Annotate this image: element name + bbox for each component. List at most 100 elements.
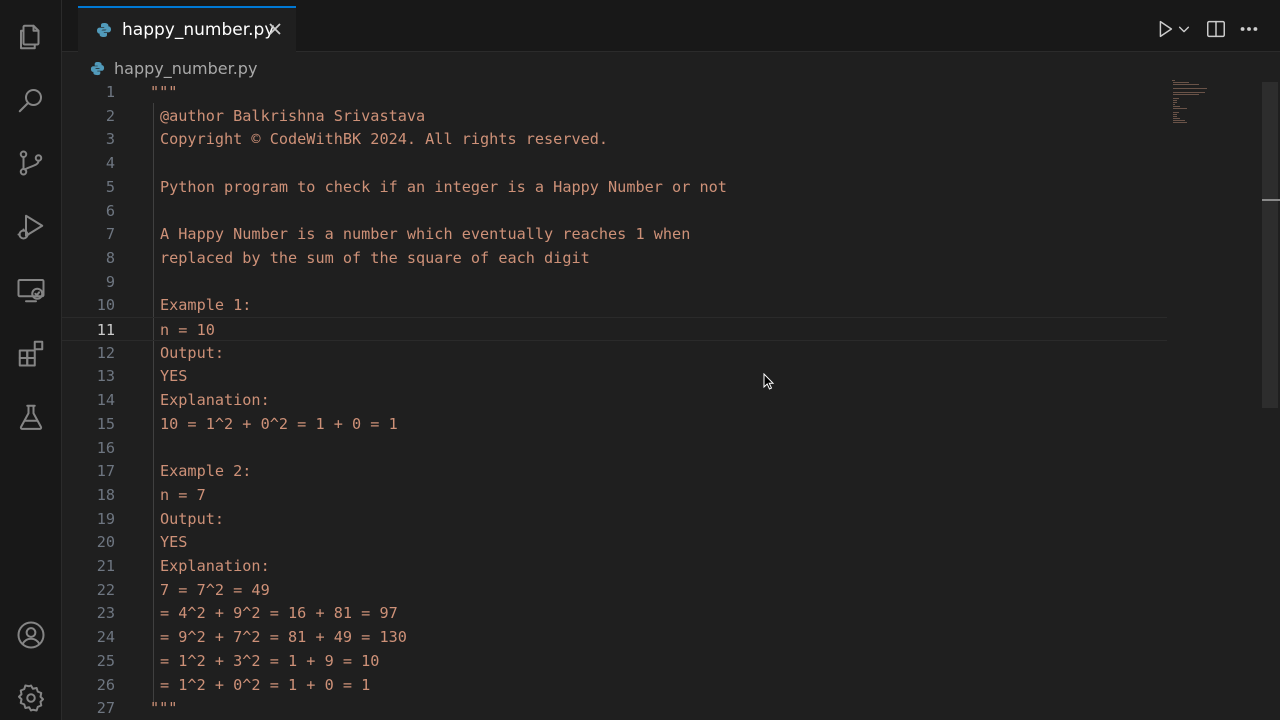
line-number: 13	[96, 367, 115, 386]
code-line[interactable]: 26 = 1^2 + 0^2 = 1 + 0 = 1	[62, 673, 1167, 697]
activity-bar	[0, 0, 62, 720]
code-text: A Happy Number is a number which eventua…	[160, 225, 691, 244]
python-file-icon	[90, 61, 105, 75]
code-text: = 4^2 + 9^2 = 16 + 81 = 97	[160, 604, 398, 623]
search-icon[interactable]	[15, 84, 47, 116]
line-number: 3	[105, 130, 115, 149]
code-line[interactable]: 11 n = 10	[62, 317, 1167, 341]
line-number: 4	[105, 154, 115, 173]
vertical-scrollbar[interactable]	[1262, 82, 1278, 408]
line-number: 18	[96, 485, 115, 504]
line-number: 24	[96, 628, 115, 647]
code-text: = 1^2 + 0^2 = 1 + 0 = 1	[160, 675, 371, 694]
tab-happy-number[interactable]: happy_number.py	[78, 6, 296, 52]
code-text: YES	[160, 367, 188, 386]
code-text: """	[150, 83, 178, 101]
code-line[interactable]: 19 Output:	[62, 507, 1167, 531]
code-text: Example 2:	[160, 462, 252, 481]
line-number: 10	[96, 296, 115, 315]
settings-gear-icon[interactable]	[15, 682, 47, 714]
remote-explorer-icon[interactable]	[15, 274, 47, 306]
tab-label: happy_number.py	[122, 20, 275, 40]
split-editor-icon[interactable]	[1205, 18, 1227, 42]
code-line[interactable]: 12 Output:	[62, 341, 1167, 365]
code-line[interactable]: 20 YES	[62, 530, 1167, 554]
line-number: 19	[96, 509, 115, 528]
code-text: 7 = 7^2 = 49	[160, 580, 270, 599]
line-number: 11	[96, 321, 115, 339]
code-line[interactable]: 21 Explanation:	[62, 554, 1167, 578]
code-line[interactable]: 22 7 = 7^2 = 49	[62, 578, 1167, 602]
breadcrumb-filename: happy_number.py	[114, 58, 258, 78]
line-number: 16	[96, 438, 115, 457]
code-line[interactable]: 3 Copyright © CodeWithBK 2024. All rights…	[62, 127, 1167, 151]
line-number: 14	[96, 391, 115, 410]
code-line[interactable]: 17 Example 2:	[62, 459, 1167, 483]
run-debug-icon[interactable]	[15, 211, 47, 243]
code-line[interactable]: 27 """	[62, 696, 1167, 720]
code-text: @author Balkrishna Srivastava	[160, 106, 426, 125]
line-number: 25	[96, 651, 115, 670]
code-line[interactable]: 15 10 = 1^2 + 0^2 = 1 + 0 = 1	[62, 412, 1167, 436]
code-text: """	[150, 699, 178, 718]
scrollbar-cursor-marker	[1262, 199, 1280, 201]
code-text: n = 10	[160, 321, 215, 339]
line-number: 26	[96, 675, 115, 694]
source-control-icon[interactable]	[15, 147, 47, 179]
code-line[interactable]: 13 YES	[62, 364, 1167, 388]
close-icon[interactable]	[266, 20, 284, 38]
line-number: 17	[96, 462, 115, 481]
code-line[interactable]: 23 = 4^2 + 9^2 = 16 + 81 = 97	[62, 601, 1167, 625]
code-text: Explanation:	[160, 391, 270, 410]
line-number: 22	[96, 580, 115, 599]
code-text: 10 = 1^2 + 0^2 = 1 + 0 = 1	[160, 414, 398, 433]
code-line[interactable]: 24 = 9^2 + 7^2 = 81 + 49 = 130	[62, 625, 1167, 649]
line-number: 1	[105, 83, 115, 101]
code-text: Python program to check if an integer is…	[160, 177, 727, 196]
code-text: YES	[160, 533, 188, 552]
code-line[interactable]: 2 @author Balkrishna Srivastava	[62, 104, 1167, 128]
code-line[interactable]: 8 replaced by the sum of the square of ea…	[62, 246, 1167, 270]
more-actions-icon[interactable]	[1238, 18, 1260, 42]
line-number: 6	[105, 201, 115, 220]
code-line[interactable]: 9	[62, 270, 1167, 294]
line-number: 2	[105, 106, 115, 125]
line-number: 5	[105, 177, 115, 196]
run-file-button[interactable]	[1154, 18, 1176, 42]
code-line[interactable]: 5 Python program to check if an integer i…	[62, 175, 1167, 199]
minimap[interactable]	[1172, 80, 1227, 125]
line-number: 7	[105, 225, 115, 244]
code-line[interactable]: 16	[62, 436, 1167, 460]
code-text: Output:	[160, 509, 225, 528]
line-number: 20	[96, 533, 115, 552]
chevron-down-icon[interactable]	[1177, 21, 1191, 45]
code-text: Output:	[160, 343, 225, 362]
code-line[interactable]: 25 = 1^2 + 3^2 = 1 + 9 = 10	[62, 649, 1167, 673]
line-number: 12	[96, 343, 115, 362]
code-text: Example 1:	[160, 296, 252, 315]
editor-tab-bar: happy_number.py	[62, 0, 1280, 52]
code-text: = 9^2 + 7^2 = 81 + 49 = 130	[160, 628, 407, 647]
code-line[interactable]: 10 Example 1:	[62, 293, 1167, 317]
breadcrumb[interactable]: happy_number.py	[90, 56, 257, 80]
line-number: 27	[96, 699, 115, 718]
code-line[interactable]: 6	[62, 199, 1167, 223]
account-icon[interactable]	[15, 619, 47, 651]
code-line[interactable]: 18 n = 7	[62, 483, 1167, 507]
extensions-icon[interactable]	[15, 337, 47, 369]
code-line[interactable]: 7 A Happy Number is a number which eventu…	[62, 222, 1167, 246]
line-number: 23	[96, 604, 115, 623]
code-line[interactable]: 1 """	[62, 80, 1167, 104]
code-text: replaced by the sum of the square of eac…	[160, 248, 590, 267]
code-text: = 1^2 + 3^2 = 1 + 9 = 10	[160, 651, 380, 670]
code-line[interactable]: 14 Explanation:	[62, 388, 1167, 412]
explorer-icon[interactable]	[15, 21, 47, 53]
line-number: 15	[96, 414, 115, 433]
line-number: 9	[105, 272, 115, 291]
code-text: Explanation:	[160, 557, 270, 575]
code-line[interactable]: 4	[62, 151, 1167, 175]
code-editor[interactable]: 1 """ 2 @author Balkrishna Srivastava 3 Copyr…	[62, 80, 1262, 720]
python-file-icon	[97, 23, 111, 37]
testing-icon[interactable]	[15, 401, 47, 433]
code-text: n = 7	[160, 485, 206, 504]
